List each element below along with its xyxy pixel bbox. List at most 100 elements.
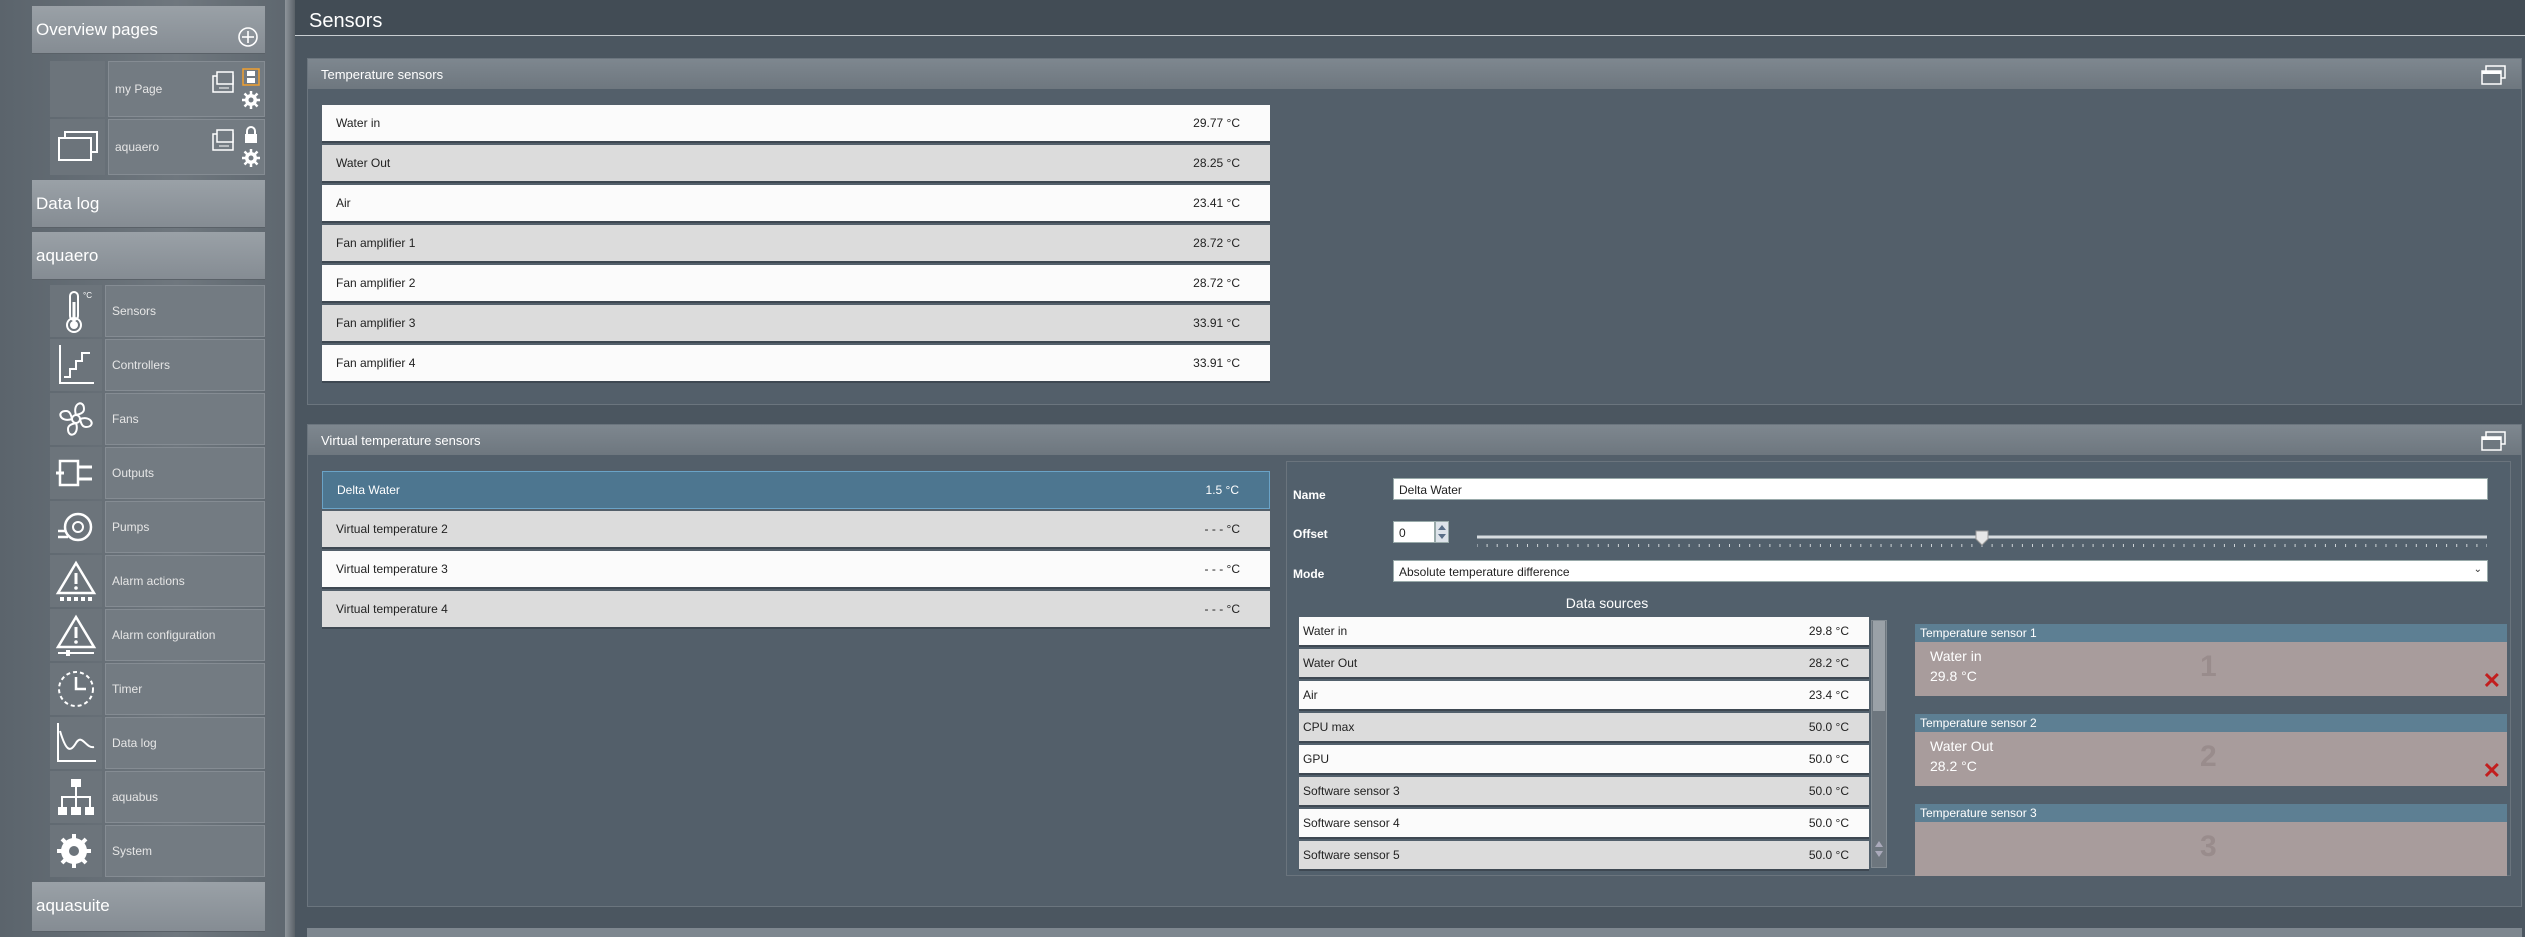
sensor-name: Water in: [336, 116, 381, 130]
table-row[interactable]: Fan amplifier 4 33.91 °C: [322, 345, 1270, 383]
sidebar-item-label: aquabus: [112, 790, 159, 804]
plug-icon: [50, 447, 102, 499]
source-value: 50.0 °C: [1808, 720, 1849, 734]
overview-page-item-aquaero[interactable]: aquaero: [50, 119, 265, 175]
slot-source-value: 29.8 °C: [1930, 668, 1977, 684]
table-row[interactable]: Water Out 28.25 °C: [322, 145, 1270, 183]
sidebar-splitter[interactable]: [285, 0, 295, 937]
overview-page-item-my-page[interactable]: my Page: [50, 61, 265, 117]
offset-stepper[interactable]: [1435, 521, 1449, 543]
overview-page-label: my Page: [115, 82, 163, 96]
offset-slider[interactable]: [1477, 529, 2487, 553]
panel-window-icon[interactable]: [2481, 431, 2507, 454]
list-item[interactable]: Software sensor 3 50.0 °C: [1299, 777, 1869, 807]
slider-thumb[interactable]: [1975, 530, 1989, 546]
virtual-sensor-editor: Name Delta Water Offset 0 Mode Absolute …: [1286, 461, 2511, 876]
sensor-value: 33.91 °C: [1193, 356, 1240, 370]
network-icon: [50, 771, 102, 823]
sensor-value: 28.72 °C: [1193, 276, 1240, 290]
source-value: 50.0 °C: [1808, 848, 1849, 862]
list-item[interactable]: Software sensor 4 50.0 °C: [1299, 809, 1869, 839]
source-name: GPU: [1303, 752, 1330, 766]
remove-icon[interactable]: ✕: [2483, 668, 2501, 694]
aquasuite-header[interactable]: aquasuite: [32, 882, 265, 932]
sidebar-item-outputs[interactable]: Outputs: [50, 447, 265, 499]
gear-icon[interactable]: [242, 91, 260, 112]
source-value: 50.0 °C: [1808, 752, 1849, 766]
panel-window-icon[interactable]: [2481, 65, 2507, 88]
aquaero-header[interactable]: aquaero: [32, 232, 265, 280]
temperature-sensor-slot-2[interactable]: Temperature sensor 2 2 Water Out 28.2 °C…: [1915, 714, 2507, 788]
list-item[interactable]: Water in 29.8 °C: [1299, 617, 1869, 647]
lock-icon[interactable]: [242, 126, 260, 147]
remove-icon[interactable]: ✕: [2483, 758, 2501, 784]
table-row[interactable]: Air 23.41 °C: [322, 185, 1270, 223]
svg-text:°C: °C: [83, 291, 92, 300]
sensor-value: 1.5 °C: [1205, 483, 1239, 497]
table-row[interactable]: Virtual temperature 4 - - - °C: [322, 591, 1270, 629]
source-name: Water Out: [1303, 656, 1358, 670]
mode-select[interactable]: Absolute temperature difference ⌄: [1393, 560, 2488, 582]
temperature-sensor-slot-1[interactable]: Temperature sensor 1 1 Water in 29.8 °C …: [1915, 624, 2507, 698]
source-name: Software sensor 4: [1303, 816, 1400, 830]
source-name: Software sensor 3: [1303, 784, 1400, 798]
sidebar-item-label: Alarm actions: [112, 574, 185, 588]
overview-page-label: aquaero: [115, 140, 160, 154]
sidebar-item-alarm-actions[interactable]: Alarm actions: [50, 555, 265, 607]
warning-icon: [50, 555, 102, 607]
save-icon[interactable]: [242, 68, 260, 89]
sidebar-item-data-log[interactable]: Data log: [50, 717, 265, 769]
list-item[interactable]: Water Out 28.2 °C: [1299, 649, 1869, 679]
sidebar-item-pumps[interactable]: Pumps: [50, 501, 265, 553]
data-sources-title: Data sources: [1565, 595, 1649, 611]
page-title: Sensors: [309, 10, 383, 32]
data-log-header[interactable]: Data log: [32, 180, 265, 228]
data-source-scrollbar[interactable]: [1871, 620, 1887, 868]
slot-number: 1: [2200, 650, 2217, 683]
scroll-arrows-icon[interactable]: [1873, 838, 1885, 865]
sensor-name: Water Out: [336, 156, 391, 170]
clock-icon: [50, 663, 102, 715]
slot-number: 2: [2200, 740, 2217, 773]
panel-header: Virtual temperature sensors: [308, 425, 2521, 455]
add-page-icon[interactable]: [237, 26, 259, 53]
sidebar-item-fans[interactable]: Fans: [50, 393, 265, 445]
slot-source-value: 28.2 °C: [1930, 758, 1977, 774]
sensor-value: 28.72 °C: [1193, 236, 1240, 250]
sidebar-item-system[interactable]: System: [50, 825, 265, 877]
sensor-name: Virtual temperature 3: [336, 562, 448, 576]
sidebar-item-controllers[interactable]: Controllers: [50, 339, 265, 391]
table-row[interactable]: Fan amplifier 3 33.91 °C: [322, 305, 1270, 343]
sensor-value: 23.41 °C: [1193, 196, 1240, 210]
list-item[interactable]: Software sensor 5 50.0 °C: [1299, 841, 1869, 871]
temperature-sensor-slot-3[interactable]: Temperature sensor 3 3: [1915, 804, 2507, 878]
sensor-name: Virtual temperature 2: [336, 522, 448, 536]
gear-icon[interactable]: [242, 149, 260, 170]
edit-page-icon[interactable]: [209, 68, 239, 112]
sidebar-item-aquabus[interactable]: aquabus: [50, 771, 265, 823]
sidebar: Overview pages my Page aquaero Data log …: [0, 0, 295, 937]
slot-source-name: Water Out: [1930, 738, 1994, 754]
table-row[interactable]: Fan amplifier 1 28.72 °C: [322, 225, 1270, 263]
table-row[interactable]: Virtual temperature 3 - - - °C: [322, 551, 1270, 589]
sensor-value: - - - °C: [1204, 602, 1240, 616]
table-row-selected[interactable]: Delta Water 1.5 °C: [322, 471, 1270, 509]
source-name: Software sensor 5: [1303, 848, 1400, 862]
edit-page-icon[interactable]: [209, 126, 239, 170]
list-item[interactable]: CPU max 50.0 °C: [1299, 713, 1869, 743]
table-row[interactable]: Virtual temperature 2 - - - °C: [322, 511, 1270, 549]
table-row[interactable]: Fan amplifier 2 28.72 °C: [322, 265, 1270, 303]
scrollbar-thumb[interactable]: [1873, 621, 1885, 711]
mode-label: Mode: [1293, 567, 1325, 581]
list-item[interactable]: GPU 50.0 °C: [1299, 745, 1869, 775]
table-row[interactable]: Water in 29.77 °C: [322, 105, 1270, 143]
overview-pages-header[interactable]: Overview pages: [32, 6, 265, 54]
source-value: 50.0 °C: [1808, 816, 1849, 830]
list-item[interactable]: Air 23.4 °C: [1299, 681, 1869, 711]
sidebar-item-label: Timer: [112, 682, 143, 696]
sidebar-item-timer[interactable]: Timer: [50, 663, 265, 715]
sidebar-item-sensors[interactable]: °C Sensors: [50, 285, 265, 337]
offset-input[interactable]: 0: [1393, 521, 1435, 543]
sidebar-item-alarm-configuration[interactable]: Alarm configuration: [50, 609, 265, 661]
name-field[interactable]: Delta Water: [1393, 478, 2488, 500]
